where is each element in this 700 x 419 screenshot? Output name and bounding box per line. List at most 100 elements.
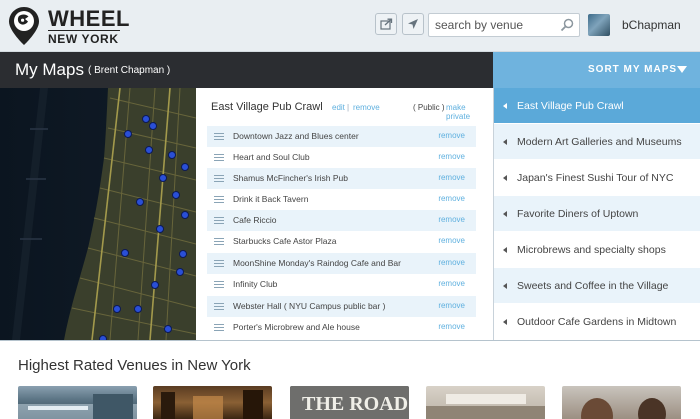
- remove-venue-link[interactable]: remove: [438, 173, 465, 182]
- map-name[interactable]: Outdoor Cafe Gardens in Midtown: [517, 316, 676, 328]
- map-name[interactable]: Sweets and Coffee in the Village: [517, 280, 668, 292]
- map-list-item[interactable]: Microbrews and specialty shops: [494, 232, 700, 268]
- venue-name[interactable]: Starbucks Cafe Astor Plaza: [233, 236, 336, 246]
- list-item[interactable]: MoonShine Monday's Raindog Cafe and Bar …: [207, 253, 476, 274]
- drag-handle-icon[interactable]: [214, 133, 224, 140]
- drag-handle-icon[interactable]: [214, 217, 224, 224]
- venue-photo: THE ROAD TO: [290, 386, 409, 419]
- remove-venue-link[interactable]: remove: [438, 258, 465, 267]
- map-name[interactable]: Modern Art Galleries and Museums: [517, 136, 682, 148]
- logo-subtitle: NEW YORK: [48, 32, 119, 46]
- list-item[interactable]: Heart and Soul Club remove: [207, 147, 476, 168]
- drag-handle-icon[interactable]: [214, 303, 224, 310]
- wheel-logo[interactable]: WHEEL NEW YORK: [8, 6, 130, 46]
- location-arrow-icon: [408, 19, 418, 29]
- map-list-item[interactable]: Modern Art Galleries and Museums: [494, 124, 700, 160]
- venue-photo: [161, 390, 263, 419]
- map-detail-panel: East Village Pub Crawl edit | remove ( P…: [196, 88, 493, 340]
- list-item[interactable]: Cafe Riccio remove: [207, 210, 476, 231]
- caret-left-icon: [503, 175, 507, 181]
- list-item[interactable]: Webster Hall ( NYU Campus public bar ) r…: [207, 296, 476, 317]
- map-name[interactable]: Favorite Diners of Uptown: [517, 208, 638, 220]
- map-list-item[interactable]: Favorite Diners of Uptown: [494, 196, 700, 232]
- share-button[interactable]: [375, 13, 397, 35]
- drag-handle-icon[interactable]: [214, 260, 224, 267]
- list-item[interactable]: Drink it Back Tavern remove: [207, 189, 476, 210]
- list-title: East Village Pub Crawl: [211, 101, 323, 113]
- list-item[interactable]: Downtown Jazz and Blues center remove: [207, 126, 476, 147]
- drag-handle-icon[interactable]: [214, 281, 224, 288]
- owner-label: ( Brent Chapman ): [88, 65, 171, 76]
- caret-left-icon: [503, 319, 507, 325]
- drag-handle-icon[interactable]: [214, 154, 224, 161]
- remove-venue-link[interactable]: remove: [438, 152, 465, 161]
- page-title: My Maps: [15, 60, 84, 79]
- logo-wordmark: WHEEL: [48, 6, 130, 31]
- venue-name[interactable]: Shamus McFincher's Irish Pub: [233, 173, 348, 183]
- search-icon[interactable]: [560, 18, 574, 32]
- caret-left-icon: [503, 103, 507, 109]
- map-canvas[interactable]: [0, 88, 196, 340]
- venue-thumbnail[interactable]: [562, 386, 681, 419]
- remove-venue-link[interactable]: remove: [438, 131, 465, 140]
- venue-thumbnail[interactable]: THE ROAD TO: [290, 386, 409, 419]
- map-list-item[interactable]: East Village Pub Crawl: [494, 88, 700, 124]
- venue-name[interactable]: MoonShine Monday's Raindog Cafe and Bar: [233, 258, 401, 268]
- map-list-item[interactable]: Sweets and Coffee in the Village: [494, 268, 700, 304]
- venue-name[interactable]: Porter's Microbrew and Ale house: [233, 322, 360, 332]
- logo-pin-icon: [9, 7, 39, 45]
- venue-name[interactable]: Webster Hall ( NYU Campus public bar ): [233, 301, 385, 311]
- edit-link[interactable]: edit: [332, 103, 345, 112]
- username-label[interactable]: bChapman: [622, 18, 681, 32]
- drag-handle-icon[interactable]: [214, 175, 224, 182]
- map-name[interactable]: East Village Pub Crawl: [517, 100, 624, 112]
- venue-photo: [426, 394, 545, 419]
- venue-name[interactable]: Downtown Jazz and Blues center: [233, 131, 359, 141]
- section-divider: [0, 340, 700, 341]
- venue-photo: [18, 394, 137, 419]
- remove-venue-link[interactable]: remove: [438, 301, 465, 310]
- venue-photo: [581, 398, 666, 419]
- make-private-link[interactable]: make private: [446, 103, 481, 121]
- list-header: East Village Pub Crawl edit | remove ( P…: [211, 101, 481, 121]
- sort-my-maps-label[interactable]: SORT MY MAPS: [588, 64, 677, 75]
- remove-venue-link[interactable]: remove: [438, 236, 465, 245]
- remove-list-link[interactable]: remove: [353, 103, 380, 112]
- list-item[interactable]: Infinity Club remove: [207, 274, 476, 295]
- caret-down-icon[interactable]: [677, 66, 687, 73]
- list-item[interactable]: Starbucks Cafe Astor Plaza remove: [207, 231, 476, 252]
- venue-name[interactable]: Heart and Soul Club: [233, 152, 310, 162]
- map-name[interactable]: Microbrews and specialty shops: [517, 244, 666, 256]
- search-box[interactable]: [428, 13, 580, 37]
- venue-thumbnail[interactable]: [153, 386, 272, 419]
- remove-venue-link[interactable]: remove: [438, 322, 465, 331]
- visibility-label: ( Public ): [413, 103, 445, 112]
- caret-left-icon: [503, 283, 507, 289]
- map-name[interactable]: Japan's Finest Sushi Tour of NYC: [517, 172, 673, 184]
- drag-handle-icon[interactable]: [214, 196, 224, 203]
- venue-thumbnail[interactable]: [426, 386, 545, 419]
- caret-left-icon: [503, 247, 507, 253]
- venue-thumbnail[interactable]: [18, 386, 137, 419]
- app-header: WHEEL NEW YORK bChapman: [0, 0, 700, 52]
- caret-left-icon: [503, 139, 507, 145]
- map-list-item[interactable]: Japan's Finest Sushi Tour of NYC: [494, 160, 700, 196]
- venue-name[interactable]: Infinity Club: [233, 279, 277, 289]
- logo-rule: [48, 30, 120, 31]
- user-avatar[interactable]: [588, 14, 610, 36]
- venue-name[interactable]: Cafe Riccio: [233, 215, 276, 225]
- drag-handle-icon[interactable]: [214, 238, 224, 245]
- remove-venue-link[interactable]: remove: [438, 215, 465, 224]
- locate-button[interactable]: [402, 13, 424, 35]
- share-icon: [379, 18, 392, 30]
- list-item[interactable]: Porter's Microbrew and Ale house remove: [207, 317, 476, 338]
- map-view[interactable]: [0, 88, 196, 340]
- list-item[interactable]: Shamus McFincher's Irish Pub remove: [207, 168, 476, 189]
- remove-venue-link[interactable]: remove: [438, 194, 465, 203]
- highest-rated-heading: Highest Rated Venues in New York: [18, 357, 251, 374]
- map-list-item[interactable]: Outdoor Cafe Gardens in Midtown: [494, 304, 700, 340]
- remove-venue-link[interactable]: remove: [438, 279, 465, 288]
- search-input[interactable]: [435, 17, 555, 33]
- drag-handle-icon[interactable]: [214, 324, 224, 331]
- venue-name[interactable]: Drink it Back Tavern: [233, 194, 308, 204]
